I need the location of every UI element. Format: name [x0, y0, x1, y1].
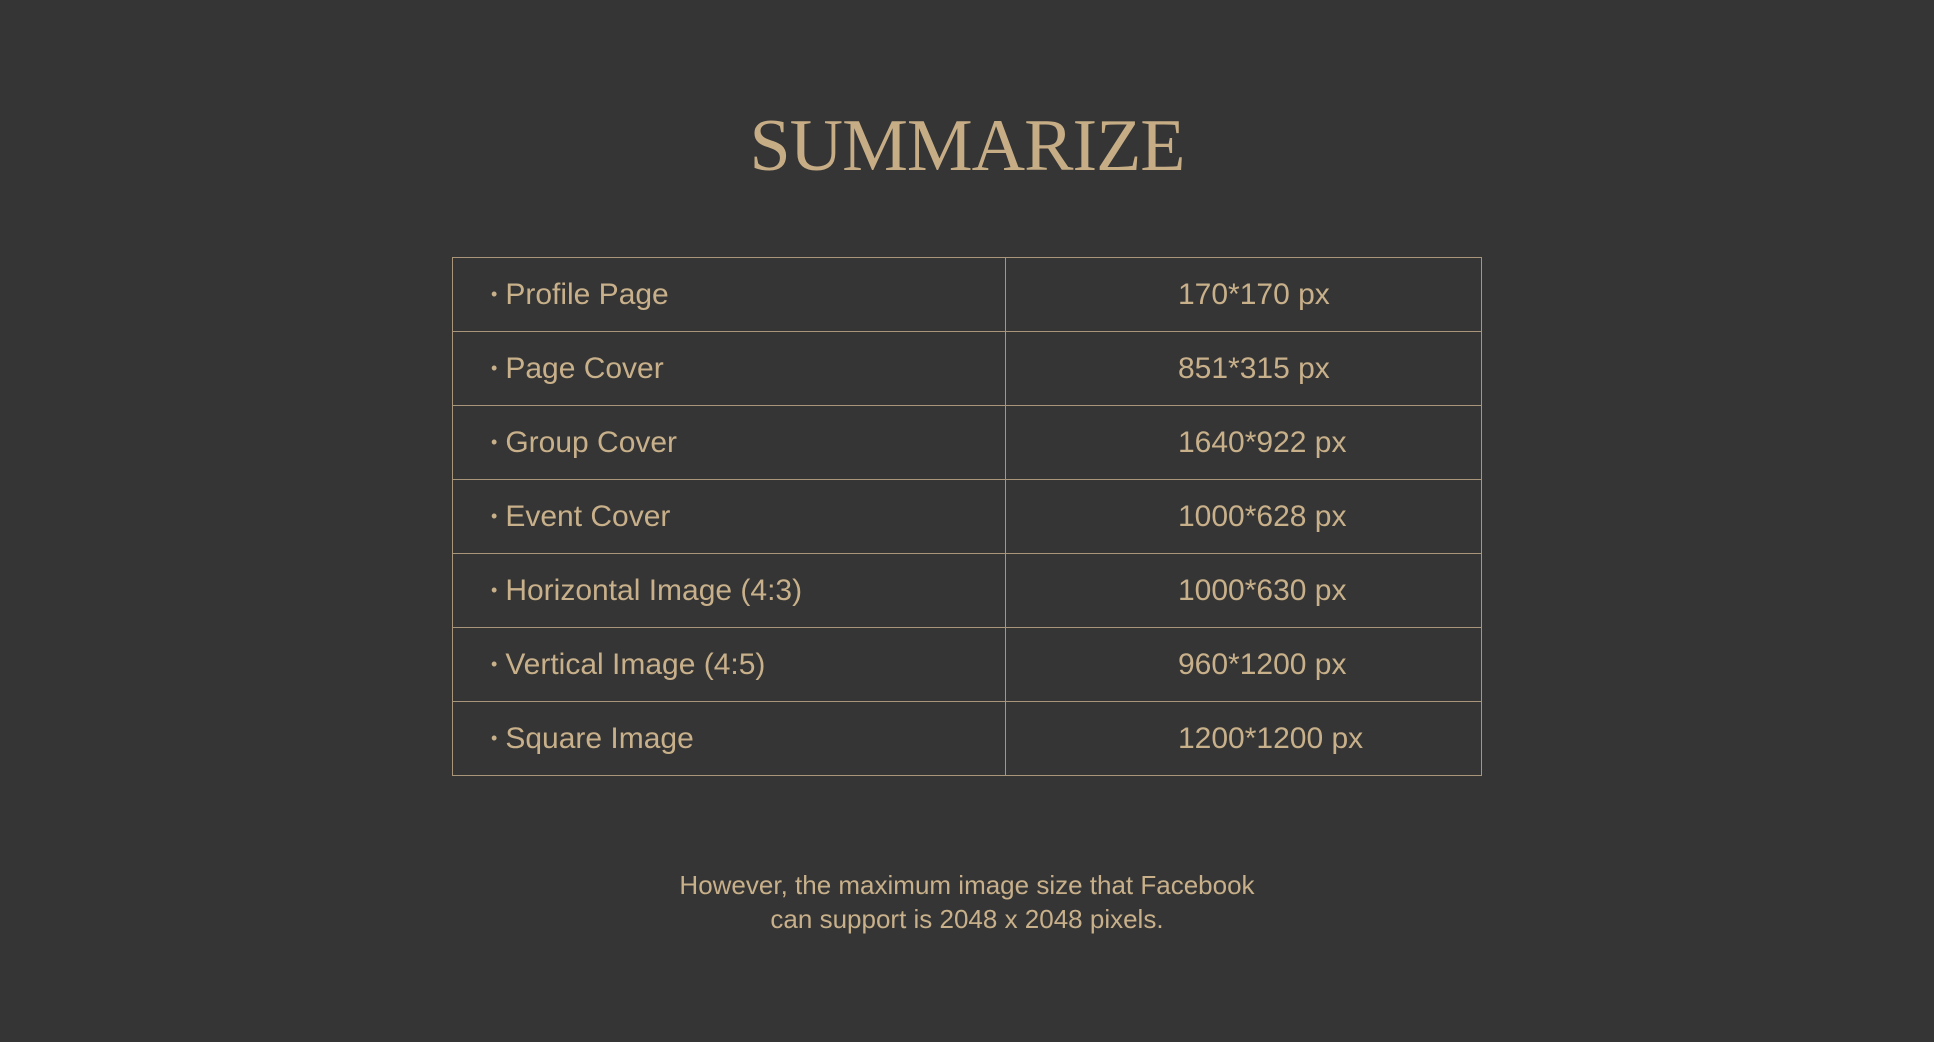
row-value: 960*1200 px: [1005, 627, 1482, 702]
row-label-cell: • Event Cover: [452, 479, 1006, 554]
row-label-cell: • Page Cover: [452, 331, 1006, 406]
row-label-cell: • Horizontal Image (4:3): [452, 553, 1006, 628]
bullet-icon: •: [491, 431, 498, 452]
row-label-cell: • Profile Page: [452, 257, 1006, 332]
row-value: 170*170 px: [1005, 257, 1482, 332]
row-value: 1000*630 px: [1005, 553, 1482, 628]
row-value: 851*315 px: [1005, 331, 1482, 406]
row-label: Event Cover: [505, 499, 671, 533]
row-label: Horizontal Image (4:3): [505, 573, 803, 607]
table-row: • Event Cover 1000*628 px: [452, 479, 1482, 554]
table-row: • Square Image 1200*1200 px: [452, 701, 1482, 776]
bullet-icon: •: [491, 505, 498, 526]
table-row: • Profile Page 170*170 px: [452, 257, 1482, 332]
row-label: Page Cover: [505, 351, 664, 385]
row-label-cell: • Group Cover: [452, 405, 1006, 480]
row-value: 1640*922 px: [1005, 405, 1482, 480]
row-label: Square Image: [505, 721, 694, 755]
bullet-icon: •: [491, 579, 498, 600]
footer-note: However, the maximum image size that Fac…: [0, 868, 1934, 936]
footer-line-1: However, the maximum image size that Fac…: [679, 870, 1255, 900]
bullet-icon: •: [491, 727, 498, 748]
table-row: • Vertical Image (4:5) 960*1200 px: [452, 627, 1482, 702]
bullet-icon: •: [491, 653, 498, 674]
row-value: 1000*628 px: [1005, 479, 1482, 554]
bullet-icon: •: [491, 357, 498, 378]
row-label: Vertical Image (4:5): [505, 647, 766, 681]
table-row: • Group Cover 1640*922 px: [452, 405, 1482, 480]
page-title: SUMMARIZE: [749, 105, 1185, 187]
row-label: Group Cover: [505, 425, 678, 459]
image-size-table: • Profile Page 170*170 px • Page Cover 851…: [452, 257, 1482, 776]
table-row: • Horizontal Image (4:3) 1000*630 px: [452, 553, 1482, 628]
row-label-cell: • Square Image: [452, 701, 1006, 776]
table-row: • Page Cover 851*315 px: [452, 331, 1482, 406]
row-value: 1200*1200 px: [1005, 701, 1482, 776]
row-label-cell: • Vertical Image (4:5): [452, 627, 1006, 702]
footer-line-2: can support is 2048 x 2048 pixels.: [770, 904, 1164, 934]
row-label: Profile Page: [505, 277, 669, 311]
bullet-icon: •: [491, 283, 498, 304]
